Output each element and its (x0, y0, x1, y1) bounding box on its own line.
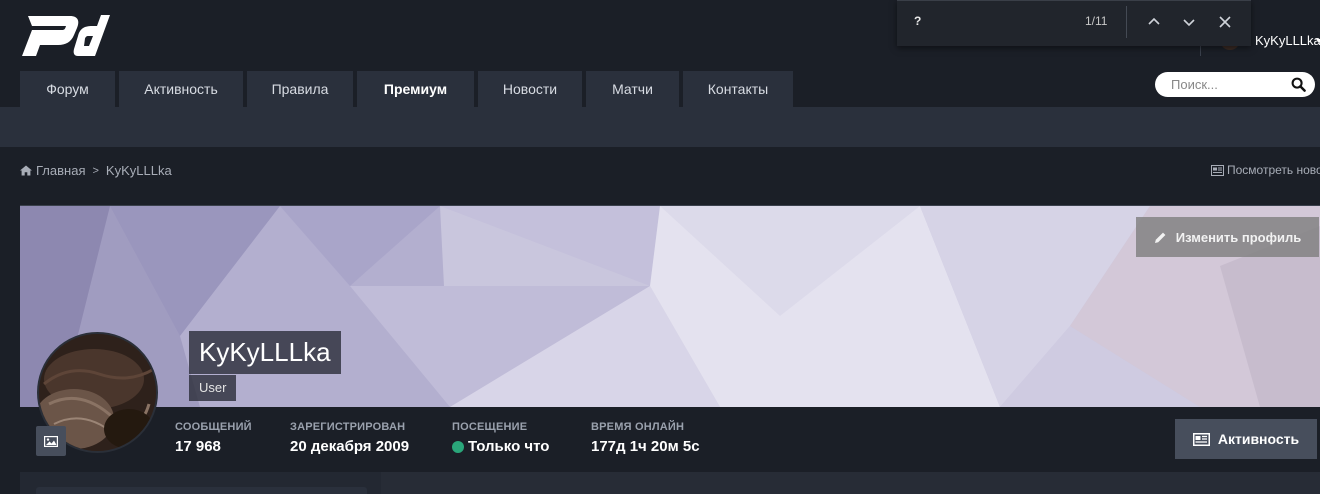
nav-tab-label: Премиум (383, 81, 448, 97)
user-group-badge: User (189, 375, 237, 401)
nav-tab-news[interactable]: Новости (478, 71, 582, 107)
stat-value-text: 17 968 (175, 438, 221, 455)
edit-profile-button[interactable]: Изменить профиль (1136, 217, 1319, 257)
edit-profile-label: Изменить профиль (1175, 229, 1302, 245)
content-area (381, 472, 1320, 494)
nav-tab-contacts[interactable]: Контакты (683, 71, 793, 107)
caret-down-icon (1316, 39, 1320, 43)
stat-posts: СООБЩЕНИЙ 17 968 (175, 421, 252, 455)
close-icon[interactable] (1216, 13, 1234, 31)
nav-tab-matches[interactable]: Матчи (586, 71, 679, 107)
nav-tab-label: Матчи (612, 81, 653, 97)
chevron-up-icon[interactable] (1145, 13, 1163, 31)
pencil-icon (1154, 232, 1166, 243)
home-icon (20, 165, 32, 176)
chevron-down-icon[interactable] (1180, 13, 1198, 31)
find-match-count: 1/11 (1085, 14, 1108, 28)
stat-last-visit: ПОСЕЩЕНИЕ Только что (452, 421, 549, 455)
online-status-icon (452, 440, 464, 453)
nav-tab-label: Активность (144, 81, 218, 97)
nav-tab-premium[interactable]: Премиум (357, 71, 474, 107)
stat-value: 20 декабря 2009 (290, 438, 409, 455)
search-icon[interactable] (1291, 77, 1306, 92)
search-box (1155, 72, 1315, 97)
find-bar: ? 1/11 (897, 0, 1251, 46)
change-photo-button[interactable] (36, 426, 66, 456)
main-nav: Форум Активность Правила Премиум Новости… (20, 71, 797, 107)
stat-value: Только что (452, 438, 549, 455)
divider (1126, 6, 1127, 38)
site-header: Форум Активность Правила Премиум Новости… (0, 0, 1320, 107)
stat-value-text: Только что (468, 438, 550, 455)
stat-online-time: ВРЕМЯ ОНЛАЙН 177д 1ч 20м 5с (591, 421, 700, 455)
nav-tab-label: Контакты (707, 81, 769, 97)
stat-value: 177д 1ч 20м 5с (591, 438, 700, 455)
breadcrumb-current[interactable]: KyKyLLLka (106, 163, 172, 178)
page: Форум Активность Правила Премиум Новости… (0, 0, 1320, 494)
stat-label: СООБЩЕНИЙ (175, 421, 252, 433)
stat-label: ЗАРЕГИСТРИРОВАН (290, 421, 406, 433)
newspaper-icon (1211, 164, 1224, 176)
activity-label: Активность (1217, 431, 1300, 447)
nav-tab-activity[interactable]: Активность (119, 71, 243, 107)
profile-username: KyKyLLLka (189, 331, 341, 374)
stat-value: 17 968 (175, 438, 252, 455)
stat-label: ВРЕМЯ ОНЛАЙН (591, 421, 685, 433)
profile-stats-bar: СООБЩЕНИЙ 17 968 ЗАРЕГИСТРИРОВАН 20 дека… (20, 407, 1320, 472)
search-input[interactable] (1171, 76, 1281, 93)
stat-value-text: 177д 1ч 20м 5с (591, 438, 700, 455)
chevron-right-icon: > (92, 164, 99, 177)
stat-joined: ЗАРЕГИСТРИРОВАН 20 декабря 2009 (290, 421, 409, 455)
sidebar-panel (36, 487, 367, 494)
site-logo[interactable] (18, 12, 110, 58)
activity-button[interactable]: Активность (1175, 419, 1317, 459)
profile-header: Изменить профиль KyKyLLLka User СООБЩЕНИ… (20, 205, 1320, 494)
nav-tab-forum[interactable]: Форум (20, 71, 115, 107)
breadcrumb: Главная > KyKyLLLka (20, 163, 172, 178)
nav-tab-label: Правила (271, 81, 329, 97)
view-new-label: Посмотреть новое (1227, 163, 1320, 177)
stat-label: ПОСЕЩЕНИЕ (452, 421, 528, 433)
nav-tab-rules[interactable]: Правила (247, 71, 353, 107)
nav-tab-label: Новости (502, 81, 558, 97)
image-icon (44, 435, 58, 447)
stat-value-text: 20 декабря 2009 (290, 438, 410, 455)
breadcrumb-home-link[interactable]: Главная (36, 163, 85, 178)
sub-navigation (0, 107, 1320, 147)
newspaper-icon (1192, 432, 1210, 446)
user-name[interactable]: KyKyLLLka (1255, 33, 1320, 48)
nav-tab-label: Форум (46, 81, 89, 97)
find-query-input[interactable]: ? (914, 14, 921, 28)
view-new-link[interactable]: Посмотреть новое (1211, 163, 1320, 177)
